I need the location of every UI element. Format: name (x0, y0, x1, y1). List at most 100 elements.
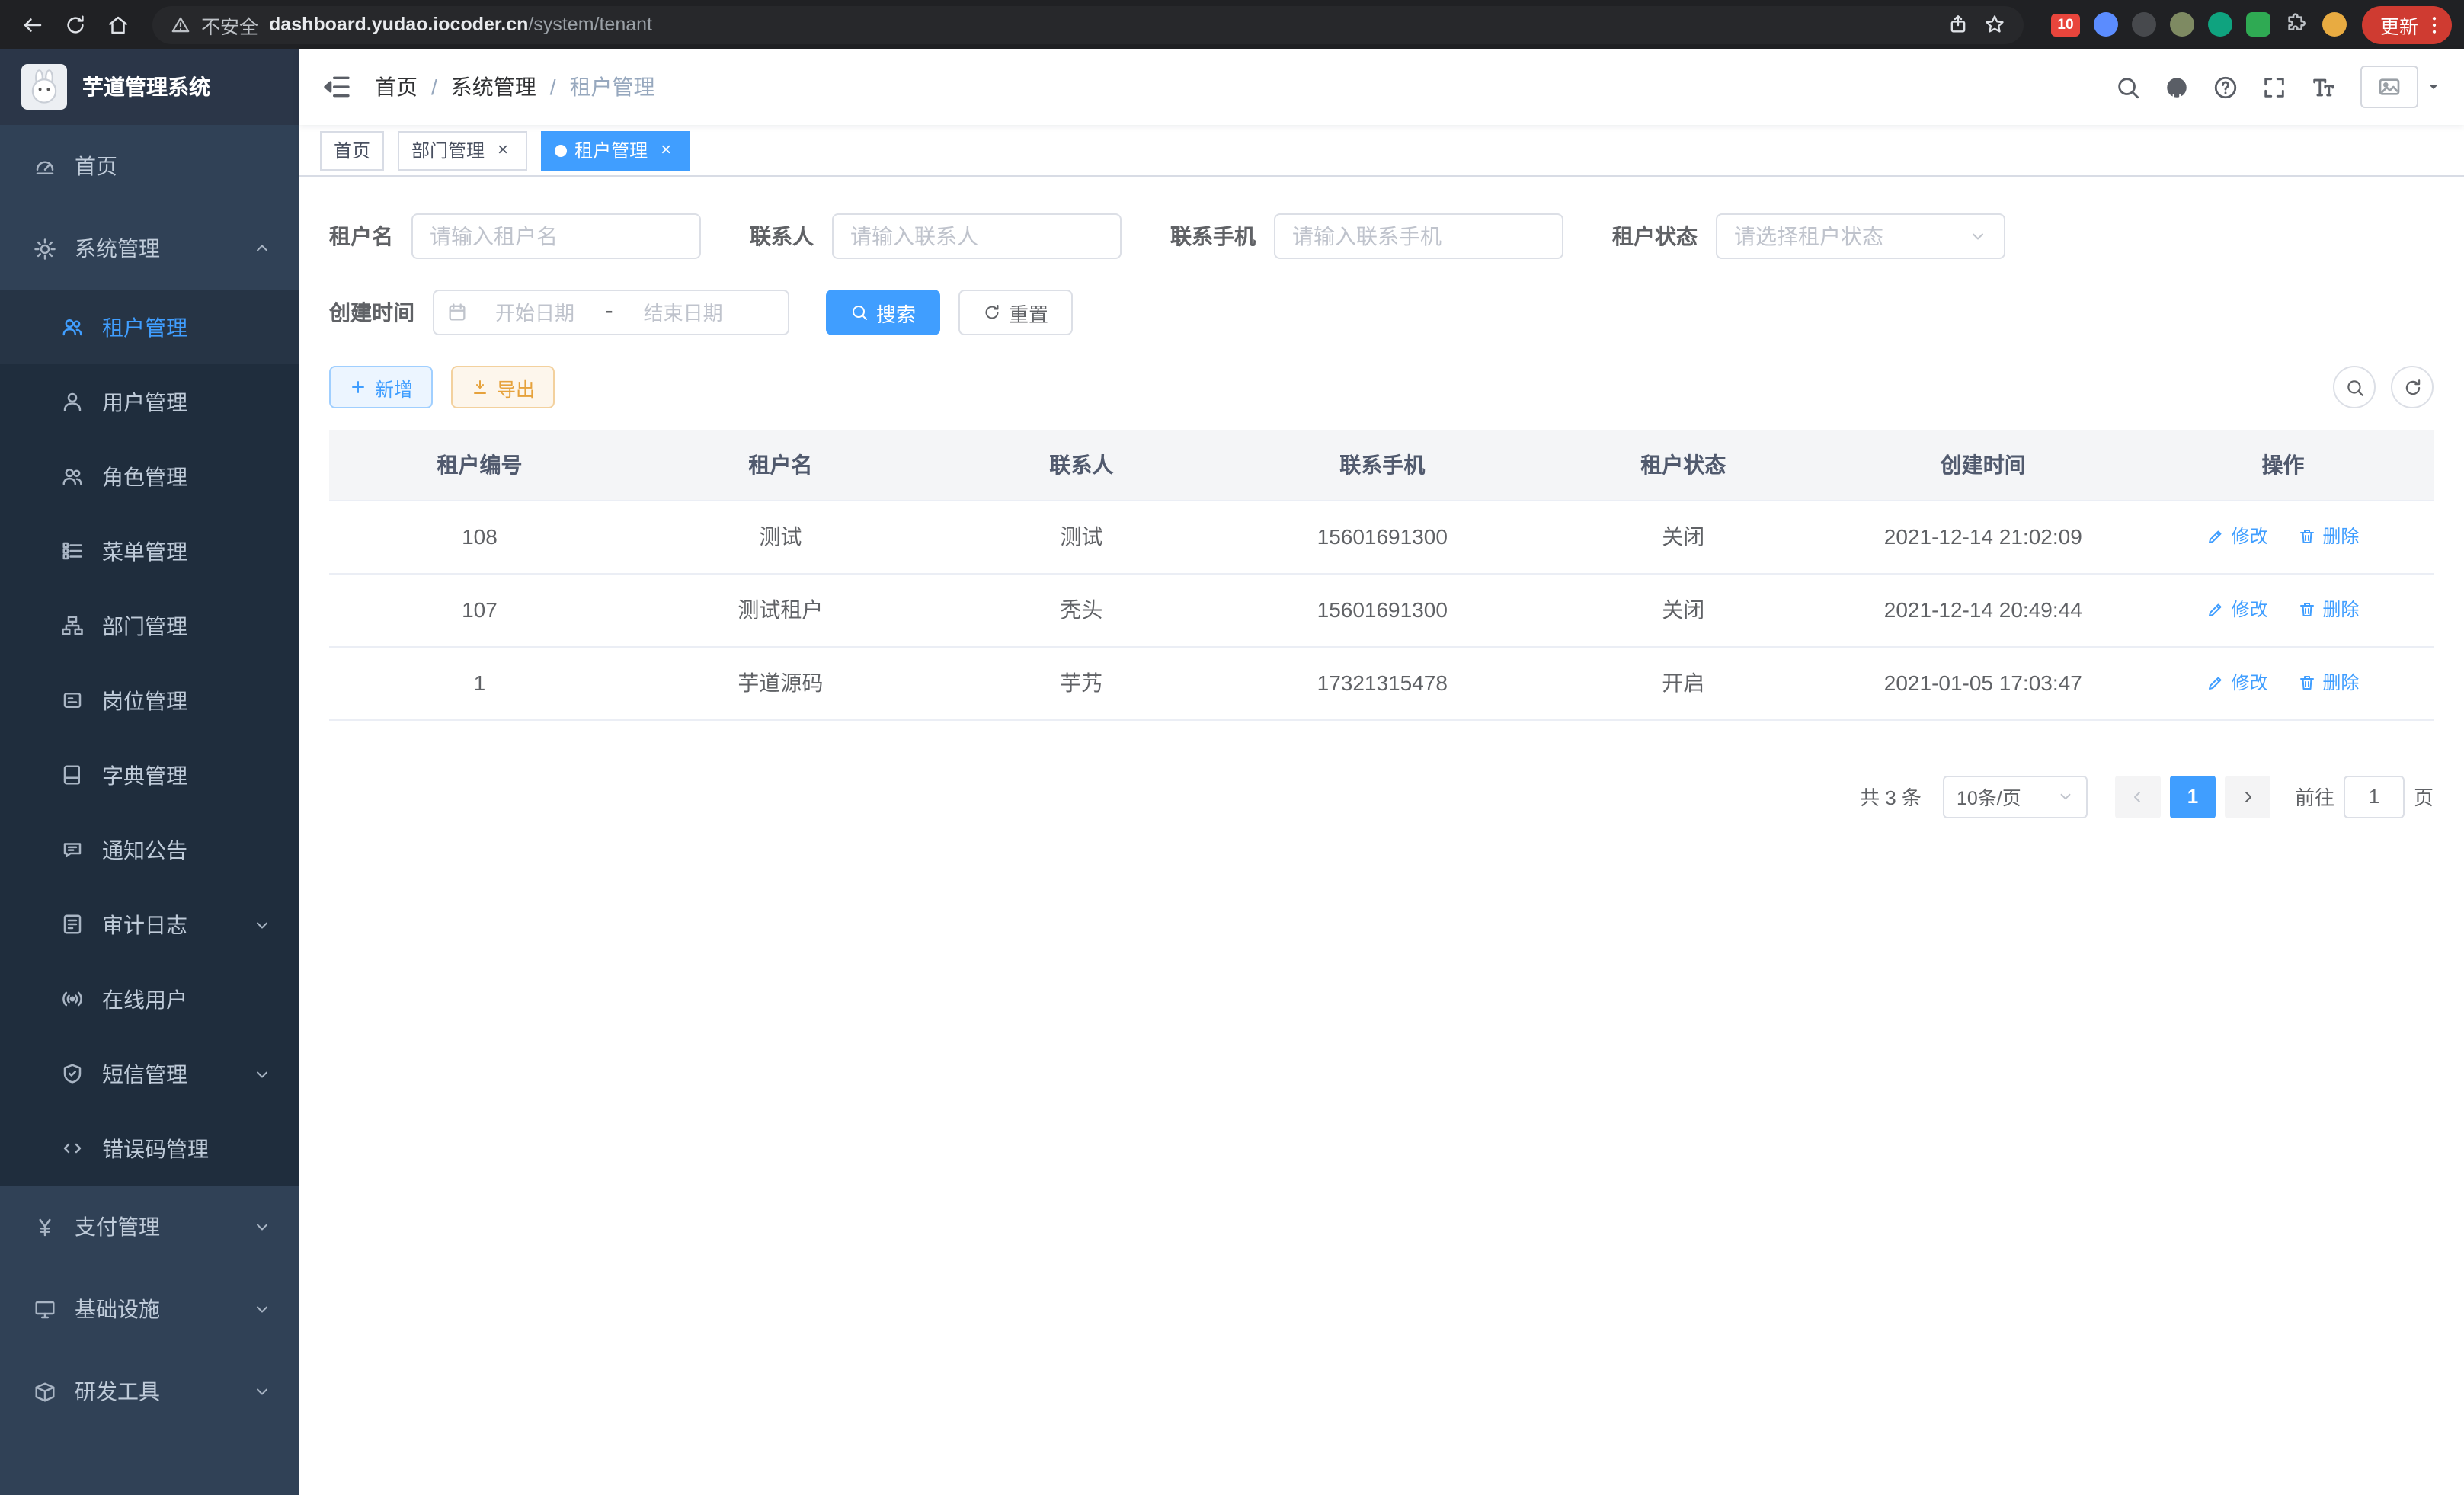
edit-icon (2207, 527, 2226, 546)
tab-2[interactable]: 租户管理 × (541, 130, 690, 170)
breadcrumb-item[interactable]: 首页 (375, 72, 418, 102)
sidebar-item-system[interactable]: 系统管理 (0, 207, 299, 290)
extension-teal[interactable] (2208, 12, 2232, 37)
extension-puzzle-icon[interactable] (2284, 12, 2309, 37)
cell-id: 107 (329, 573, 630, 646)
close-icon[interactable]: × (655, 139, 677, 161)
sidebar-item-dept[interactable]: 部门管理 (0, 588, 299, 663)
search-icon[interactable] (2104, 64, 2150, 110)
column-header: 创建时间 (1834, 430, 2133, 500)
extension-green-chat[interactable] (2246, 12, 2270, 37)
delete-button[interactable]: 删除 (2298, 523, 2359, 549)
active-tab-dot (555, 144, 567, 156)
sidebar-menu: 首页 系统管理 租户管理 用户管理 角色管理 菜单管理 部门管理 岗位管理 (0, 125, 299, 1495)
update-button[interactable]: 更新 (2362, 5, 2452, 43)
column-header: 联系手机 (1232, 430, 1533, 500)
close-icon[interactable]: × (492, 139, 514, 161)
reset-button[interactable]: 重置 (958, 290, 1073, 335)
column-header: 操作 (2133, 430, 2434, 500)
address-bar[interactable]: 不安全 dashboard.yudao.iocoder.cn/system/te… (152, 5, 2024, 43)
extension-olive[interactable] (2170, 12, 2194, 37)
delete-button[interactable]: 删除 (2298, 670, 2359, 696)
sidebar-item-home[interactable]: 首页 (0, 125, 299, 207)
notice-icon (61, 838, 84, 861)
delete-button[interactable]: 删除 (2298, 597, 2359, 623)
pagination-total: 共 3 条 (1860, 782, 1922, 811)
share-icon[interactable] (1947, 14, 1969, 35)
tenant-name-label: 租户名 (329, 221, 411, 251)
tab-0[interactable]: 首页 (320, 130, 384, 170)
github-icon[interactable] (2153, 64, 2199, 110)
sidebar-item-audit-log[interactable]: 审计日志 (0, 887, 299, 962)
goto-label: 前往 (2295, 782, 2334, 811)
chevron-down-icon[interactable] (2424, 78, 2443, 96)
tenant-status-select[interactable]: 请选择租户状态 (1716, 213, 2005, 259)
export-button[interactable]: 导出 (451, 366, 555, 408)
help-icon[interactable] (2202, 64, 2248, 110)
edit-button[interactable]: 修改 (2207, 670, 2268, 696)
font-size-icon[interactable] (2299, 64, 2345, 110)
app-logo[interactable]: 芋道管理系统 (0, 49, 299, 125)
profile-avatar[interactable] (2322, 12, 2347, 37)
sidebar-item-dev-tool[interactable]: 研发工具 (0, 1350, 299, 1433)
cell-phone: 15601691300 (1232, 500, 1533, 573)
toggle-search-button[interactable] (2333, 366, 2376, 408)
cell-phone: 15601691300 (1232, 573, 1533, 646)
sidebar-item-label: 菜单管理 (102, 536, 187, 566)
sidebar-item-online-user[interactable]: 在线用户 (0, 962, 299, 1036)
sidebar-item-post[interactable]: 岗位管理 (0, 663, 299, 738)
user-avatar[interactable] (2360, 66, 2418, 108)
sidebar-item-sms[interactable]: 短信管理 (0, 1036, 299, 1111)
sidebar-toggle-icon[interactable] (299, 49, 375, 125)
start-date-input[interactable] (477, 301, 593, 324)
breadcrumb-item[interactable]: 系统管理 (451, 72, 536, 102)
create-time-range[interactable]: - (433, 290, 789, 335)
kebab-menu-icon[interactable] (2423, 13, 2446, 36)
tabs-bar: 首页 部门管理 × 租户管理 × (299, 125, 2464, 177)
breadcrumb-item: 租户管理 (570, 72, 655, 102)
sidebar-item-notice[interactable]: 通知公告 (0, 812, 299, 887)
end-date-input[interactable] (626, 301, 741, 324)
sidebar-item-label: 部门管理 (102, 610, 187, 641)
edit-button[interactable]: 修改 (2207, 597, 2268, 623)
cell-created: 2021-12-14 21:02:09 (1834, 500, 2133, 573)
sidebar-item-tenant[interactable]: 租户管理 (0, 290, 299, 364)
warning-icon[interactable] (171, 14, 190, 34)
refresh-table-button[interactable] (2391, 366, 2434, 408)
dict-icon (61, 764, 84, 786)
contact-input[interactable] (850, 224, 1103, 248)
phone-input[interactable] (1292, 224, 1545, 248)
add-button[interactable]: 新增 (329, 366, 433, 408)
reload-icon[interactable] (55, 5, 94, 44)
prev-page-button[interactable] (2115, 775, 2161, 818)
sidebar-item-menu[interactable]: 菜单管理 (0, 514, 299, 588)
extension-dark[interactable] (2132, 12, 2156, 37)
home-icon[interactable] (98, 5, 137, 44)
extension-blue[interactable] (2094, 12, 2118, 37)
extension-badge[interactable]: 10 (2051, 13, 2080, 36)
tab-1[interactable]: 部门管理 × (398, 130, 527, 170)
sidebar-item-role[interactable]: 角色管理 (0, 439, 299, 514)
tenant-name-input[interactable] (430, 224, 683, 248)
edit-button[interactable]: 修改 (2207, 523, 2268, 549)
search-button[interactable]: 搜索 (826, 290, 940, 335)
cell-phone: 17321315478 (1232, 646, 1533, 719)
page-1-button[interactable]: 1 (2170, 775, 2216, 818)
search-icon (850, 303, 869, 322)
sidebar-item-dict[interactable]: 字典管理 (0, 738, 299, 812)
sidebar-item-pay[interactable]: 支付管理 (0, 1186, 299, 1268)
chevron-down-icon (253, 1218, 271, 1236)
screen: 不安全 dashboard.yudao.iocoder.cn/system/te… (0, 0, 2464, 1495)
sidebar-item-infra[interactable]: 基础设施 (0, 1268, 299, 1350)
edit-icon (2207, 674, 2226, 692)
sidebar-item-user[interactable]: 用户管理 (0, 364, 299, 439)
bookmark-star-icon[interactable] (1984, 14, 2005, 35)
sidebar-item-error-code[interactable]: 错误码管理 (0, 1111, 299, 1186)
sidebar-item-label: 租户管理 (102, 312, 187, 342)
next-page-button[interactable] (2225, 775, 2270, 818)
page-size-select[interactable]: 10条/页 (1943, 775, 2088, 818)
fullscreen-icon[interactable] (2251, 64, 2296, 110)
cell-name: 测试租户 (630, 573, 931, 646)
goto-page-input[interactable] (2344, 775, 2405, 818)
back-icon[interactable] (12, 5, 52, 44)
